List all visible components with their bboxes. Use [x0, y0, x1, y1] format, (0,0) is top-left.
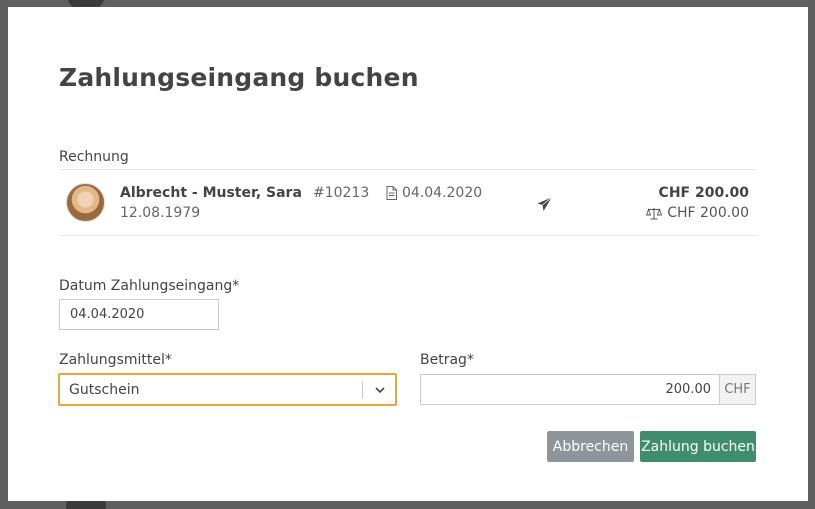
patient-name: Albrecht - Muster, Sara — [120, 185, 302, 201]
balance-scale-icon — [646, 207, 663, 219]
payment-date-input[interactable] — [59, 299, 219, 330]
invoice-date: 04.04.2020 — [402, 185, 483, 201]
cancel-button[interactable]: Abbrechen — [547, 431, 634, 462]
invoice-balance: CHF 200.00 — [646, 205, 749, 221]
document-icon — [386, 186, 397, 200]
avatar — [66, 183, 105, 222]
invoice-row: Albrecht - Muster, Sara 12.08.1979 #1021… — [59, 169, 756, 236]
payment-method-value: Gutschein — [69, 382, 140, 398]
send-icon[interactable] — [537, 197, 552, 212]
submit-payment-button[interactable]: Zahlung buchen — [640, 431, 756, 462]
dialog-title: Zahlungseingang buchen — [59, 63, 419, 92]
payment-dialog: Zahlungseingang buchen Rechnung Albrecht… — [8, 7, 808, 501]
amount-label: Betrag* — [420, 352, 474, 368]
currency-addon: CHF — [719, 374, 756, 405]
patient-birthdate: 12.08.1979 — [120, 205, 201, 221]
payment-method-select[interactable]: Gutschein — [58, 373, 397, 406]
amount-input[interactable] — [420, 374, 720, 405]
payment-method-label: Zahlungsmittel* — [59, 352, 172, 368]
invoice-section-label: Rechnung — [59, 149, 129, 165]
chevron-down-icon[interactable] — [374, 384, 386, 396]
select-divider — [362, 381, 363, 399]
invoice-balance-value: CHF 200.00 — [667, 205, 749, 221]
invoice-amount: CHF 200.00 — [658, 185, 749, 201]
date-label: Datum Zahlungseingang* — [59, 278, 240, 294]
invoice-number: #10213 — [313, 185, 370, 201]
